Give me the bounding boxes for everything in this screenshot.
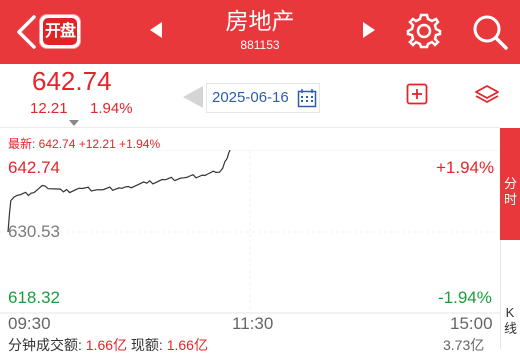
date-picker[interactable]: 2025-06-16 [206,83,320,113]
price-change-percent: 1.94% [90,100,133,117]
back-arrow-icon[interactable] [14,14,40,50]
top-bar: 开盘 房地产 881153 [0,0,520,64]
expand-caret-icon[interactable] [69,120,79,126]
next-stock-arrow-icon[interactable] [363,22,375,38]
gear-icon[interactable] [405,12,443,50]
divider [0,127,500,128]
layers-icon[interactable] [474,83,500,107]
date-value: 2025-06-16 [212,89,289,106]
y-axis-mid-label: 630.53 [8,222,60,241]
current-price: 642.74 [32,66,112,96]
tab-kline-label: K线 [504,305,518,336]
page-title: 房地产 [225,8,295,34]
volume-info-line: 分钟成交额: 1.66亿 现额: 1.66亿 [8,337,208,353]
kaipan-logo[interactable]: 开盘 [40,15,80,48]
volume-value: 1.66亿 [85,337,128,353]
x-axis-end-label: 15:00 [450,314,493,333]
tab-timeshare-label: 分时 [504,176,518,207]
tab-kline[interactable]: K线 [500,240,520,349]
volume-max-label: 3.73亿 [443,337,485,353]
pct-axis-top-label: +1.94% [436,158,495,177]
tab-timeshare[interactable]: 分时 [500,128,520,240]
stock-code: 881153 [240,38,280,52]
volume-label: 分钟成交额: [8,337,82,353]
y-axis-top-label: 642.74 [8,158,60,177]
volume-label-2: 现额: [130,337,163,353]
intraday-chart[interactable] [0,150,500,314]
add-to-watchlist-icon[interactable] [406,83,428,105]
calendar-icon [297,89,317,108]
pct-axis-bottom-label: -1.94% [438,288,492,307]
price-change: 12.21 [30,100,68,117]
previous-stock-arrow-icon[interactable] [150,22,162,38]
y-axis-bottom-label: 618.32 [8,288,60,307]
search-icon[interactable] [470,12,510,52]
x-axis-start-label: 09:30 [8,314,51,333]
volume-value-2: 1.66亿 [166,337,208,353]
previous-date-arrow-icon[interactable] [183,86,203,108]
x-axis-mid-label: 11:30 [232,314,274,333]
logo-text: 开盘 [43,18,77,45]
chart-info-line: 最新: 642.74 +12.21 +1.94% [8,137,161,151]
